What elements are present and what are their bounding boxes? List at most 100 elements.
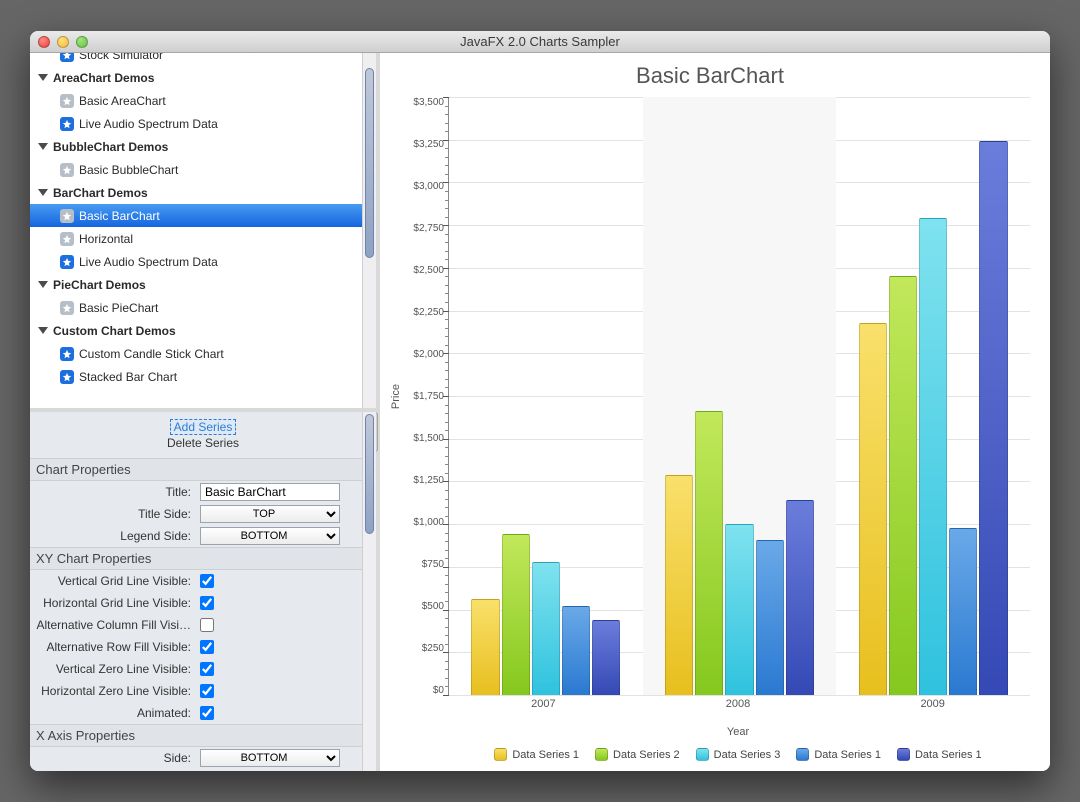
x-axis-ticks: 200720082009 bbox=[446, 698, 1030, 710]
tree-item[interactable]: Live Audio Spectrum Data bbox=[30, 250, 362, 273]
bar bbox=[502, 534, 530, 695]
hgrid-label: Horizontal Grid Line Visible: bbox=[30, 596, 195, 610]
bar bbox=[979, 141, 1007, 695]
bar bbox=[949, 528, 977, 695]
vzero-checkbox[interactable] bbox=[200, 662, 214, 676]
legend-swatch bbox=[696, 748, 709, 761]
bar bbox=[889, 276, 917, 695]
bar bbox=[695, 411, 723, 695]
demo-tree: Stock SimulatorAreaChart DemosBasic Area… bbox=[30, 53, 376, 412]
y-axis-label: Price bbox=[390, 384, 402, 409]
titlebar[interactable]: JavaFX 2.0 Charts Sampler bbox=[30, 31, 1050, 53]
legend-item: Data Series 1 bbox=[897, 748, 982, 761]
x-axis-label: Year bbox=[446, 726, 1030, 738]
bar bbox=[756, 540, 784, 695]
bar bbox=[592, 620, 620, 695]
window-title: JavaFX 2.0 Charts Sampler bbox=[30, 34, 1050, 49]
tree-group[interactable]: Custom Chart Demos bbox=[30, 319, 362, 342]
star-icon bbox=[60, 209, 74, 223]
tree-item[interactable]: Basic BubbleChart bbox=[30, 158, 362, 181]
tree-item[interactable]: Basic BarChart bbox=[30, 204, 362, 227]
bar bbox=[665, 475, 693, 695]
section-xy-properties: XY Chart Properties bbox=[30, 547, 376, 570]
hzero-checkbox[interactable] bbox=[200, 684, 214, 698]
tree-group[interactable]: AreaChart Demos bbox=[30, 66, 362, 89]
star-icon bbox=[60, 301, 74, 315]
tree-item[interactable]: Stock Simulator bbox=[30, 53, 362, 66]
vgrid-label: Vertical Grid Line Visible: bbox=[30, 574, 195, 588]
disclosure-triangle-icon bbox=[38, 189, 48, 196]
star-icon bbox=[60, 347, 74, 361]
plot-area bbox=[448, 97, 1030, 696]
disclosure-triangle-icon bbox=[38, 74, 48, 81]
props-scroll-thumb[interactable] bbox=[365, 414, 374, 534]
star-icon bbox=[60, 370, 74, 384]
legend-side-label: Legend Side: bbox=[30, 529, 195, 543]
title-side-select[interactable]: TOP bbox=[200, 505, 340, 523]
title-input[interactable] bbox=[200, 483, 340, 501]
tree-scrollbar[interactable] bbox=[362, 53, 376, 408]
animated-label: Animated: bbox=[30, 706, 195, 720]
hgrid-checkbox[interactable] bbox=[200, 596, 214, 610]
disclosure-triangle-icon bbox=[38, 281, 48, 288]
tree-group[interactable]: BubbleChart Demos bbox=[30, 135, 362, 158]
bar bbox=[725, 524, 753, 695]
vgrid-checkbox[interactable] bbox=[200, 574, 214, 588]
tree-item[interactable]: Live Audio Spectrum Data bbox=[30, 112, 362, 135]
props-scrollbar[interactable] bbox=[362, 412, 376, 771]
altrow-label: Alternative Row Fill Visible: bbox=[30, 640, 195, 654]
bar bbox=[471, 599, 499, 695]
legend-swatch bbox=[595, 748, 608, 761]
content: Stock SimulatorAreaChart DemosBasic Area… bbox=[30, 53, 1050, 771]
bar bbox=[532, 562, 560, 695]
vzero-label: Vertical Zero Line Visible: bbox=[30, 662, 195, 676]
legend-side-select[interactable]: BOTTOM bbox=[200, 527, 340, 545]
star-icon bbox=[60, 232, 74, 246]
section-xaxis-properties: X Axis Properties bbox=[30, 724, 376, 747]
left-pane: Stock SimulatorAreaChart DemosBasic Area… bbox=[30, 53, 380, 771]
altcol-label: Alternative Column Fill Visi… bbox=[30, 618, 195, 632]
chart-body: Price $3,500$3,250$3,000$2,750$2,500$2,2… bbox=[390, 97, 1030, 696]
disclosure-triangle-icon bbox=[38, 327, 48, 334]
legend-swatch bbox=[494, 748, 507, 761]
tree-item[interactable]: Custom Candle Stick Chart bbox=[30, 342, 362, 365]
xaxis-side-label: Side: bbox=[30, 751, 195, 765]
altrow-checkbox[interactable] bbox=[200, 640, 214, 654]
y-axis-ticks: $3,500$3,250$3,000$2,750$2,500$2,250$2,0… bbox=[404, 97, 448, 696]
add-series-button[interactable]: Add Series bbox=[30, 420, 376, 434]
bar bbox=[786, 500, 814, 695]
bar bbox=[859, 323, 887, 695]
tree-item[interactable]: Basic AreaChart bbox=[30, 89, 362, 112]
animated-checkbox[interactable] bbox=[200, 706, 214, 720]
bar bbox=[919, 218, 947, 695]
altcol-checkbox[interactable] bbox=[200, 618, 214, 632]
xaxis-side-select[interactable]: BOTTOM bbox=[200, 749, 340, 767]
star-icon bbox=[60, 163, 74, 177]
disclosure-triangle-icon bbox=[38, 143, 48, 150]
tree-group[interactable]: BarChart Demos bbox=[30, 181, 362, 204]
legend-item: Data Series 3 bbox=[696, 748, 781, 761]
chart-title: Basic BarChart bbox=[390, 63, 1030, 89]
legend: Data Series 1 Data Series 2 Data Series 3 D… bbox=[446, 748, 1030, 761]
star-icon bbox=[60, 255, 74, 269]
title-side-label: Title Side: bbox=[30, 507, 195, 521]
legend-item: Data Series 2 bbox=[595, 748, 680, 761]
legend-item: Data Series 1 bbox=[494, 748, 579, 761]
delete-series-button[interactable]: Delete Series bbox=[30, 436, 376, 450]
bar bbox=[562, 606, 590, 695]
properties-panel: Add Series Delete Series Chart Propertie… bbox=[30, 412, 376, 771]
tree-item[interactable]: Horizontal bbox=[30, 227, 362, 250]
chart-pane: Basic BarChart Price $3,500$3,250$3,000$… bbox=[380, 53, 1050, 771]
section-chart-properties: Chart Properties bbox=[30, 458, 376, 481]
legend-swatch bbox=[796, 748, 809, 761]
hzero-label: Horizontal Zero Line Visible: bbox=[30, 684, 195, 698]
tree-scroll-thumb[interactable] bbox=[365, 68, 374, 258]
legend-swatch bbox=[897, 748, 910, 761]
tree-item[interactable]: Stacked Bar Chart bbox=[30, 365, 362, 388]
star-icon bbox=[60, 53, 74, 62]
tree-item[interactable]: Basic PieChart bbox=[30, 296, 362, 319]
title-label: Title: bbox=[30, 485, 195, 499]
star-icon bbox=[60, 117, 74, 131]
legend-item: Data Series 1 bbox=[796, 748, 881, 761]
tree-group[interactable]: PieChart Demos bbox=[30, 273, 362, 296]
